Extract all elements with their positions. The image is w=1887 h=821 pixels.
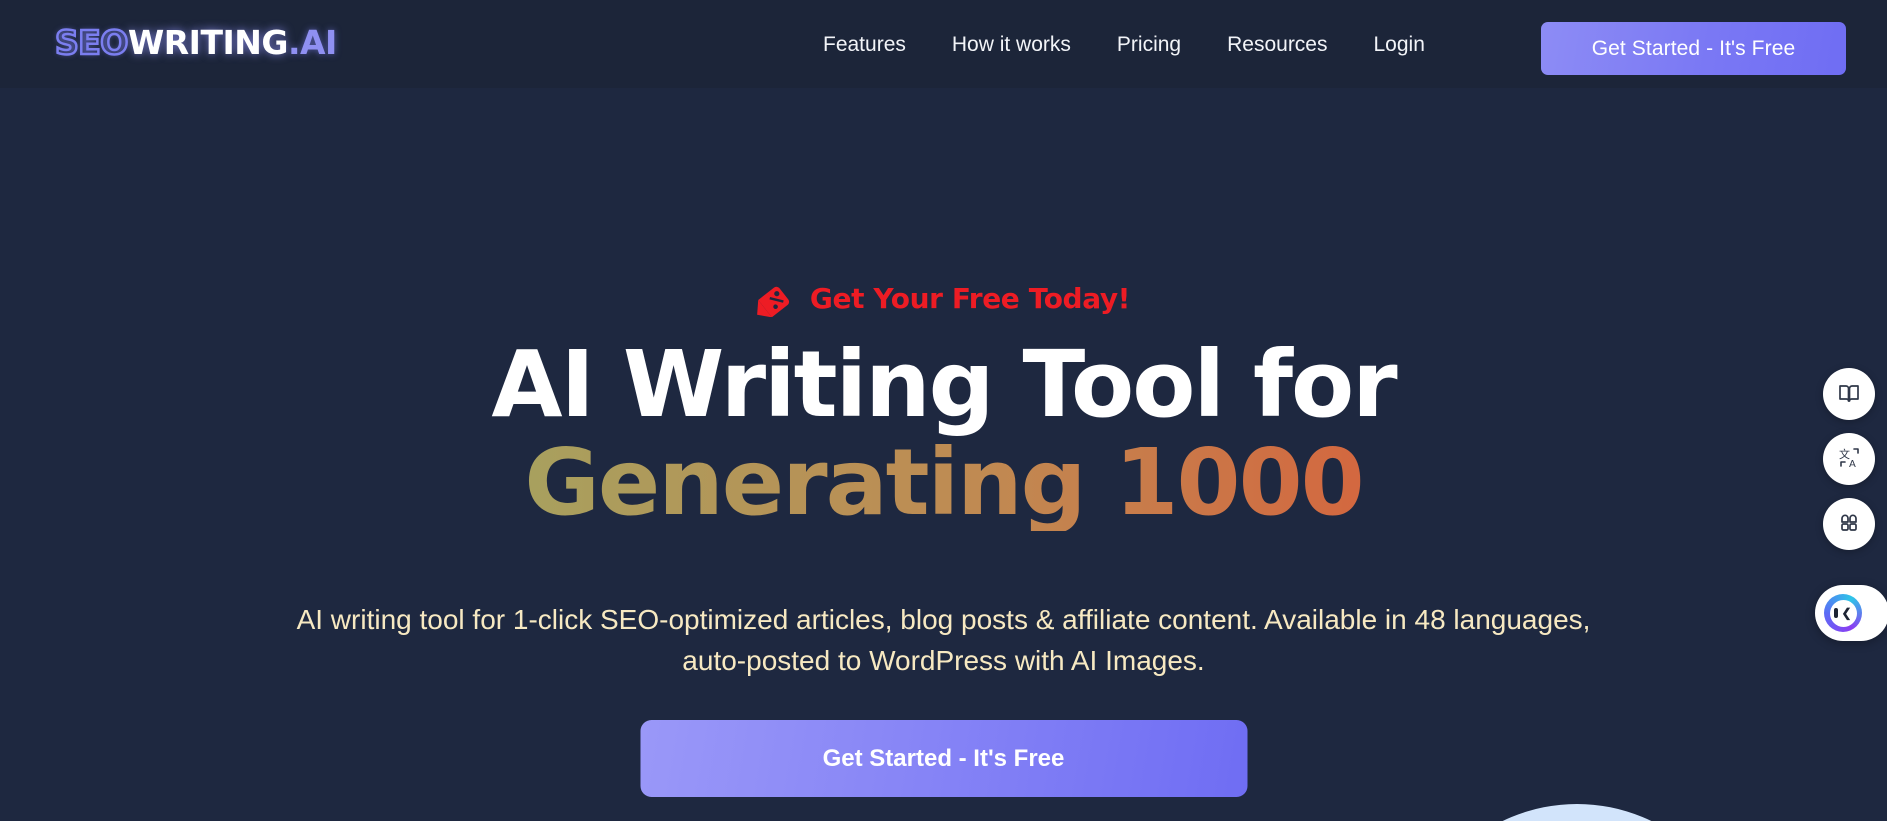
header-get-started-button[interactable]: Get Started - It's Free <box>1541 22 1846 75</box>
price-tag-percent-icon <box>757 279 797 317</box>
translate-icon: 文 A <box>1837 445 1862 473</box>
translate-widget-button[interactable]: 文 A <box>1823 433 1875 485</box>
apps-grid-icon <box>1837 511 1861 538</box>
nav-item-how-it-works[interactable]: How it works <box>929 34 1094 55</box>
site-logo[interactable]: SEOWRITING.AI <box>54 23 338 62</box>
site-header: SEOWRITING.AI Features How it works Pric… <box>0 0 1887 88</box>
nav-item-pricing[interactable]: Pricing <box>1094 34 1204 55</box>
promo-badge: Get Your Free Today! <box>0 279 1887 317</box>
nav-item-resources[interactable]: Resources <box>1204 34 1350 55</box>
book-widget-button[interactable] <box>1823 368 1875 420</box>
landing-page: SEOWRITING.AI Features How it works Pric… <box>0 0 1887 821</box>
svg-text:A: A <box>1849 459 1856 470</box>
main-navigation: Features How it works Pricing Resources … <box>800 0 1448 88</box>
headline-line-2: Generating 1000 <box>0 433 1887 532</box>
book-icon <box>1837 381 1861 408</box>
promo-badge-text: Get Your Free Today! <box>809 281 1131 315</box>
nav-item-login[interactable]: Login <box>1351 34 1448 55</box>
logo-text-seo: SEO <box>54 23 130 62</box>
floating-widget-rail: 文 A ❮ <box>1815 368 1887 641</box>
hero-section: Get Your Free Today! AI Writing Tool for… <box>0 88 1887 821</box>
hero-subtitle: AI writing tool for 1-click SEO-optimize… <box>296 604 1591 676</box>
nav-item-features[interactable]: Features <box>800 34 929 55</box>
hero-get-started-button[interactable]: Get Started - It's Free <box>640 720 1247 797</box>
logo-text-writing: WRITING <box>127 23 289 62</box>
page-title: AI Writing Tool for Generating 1000 <box>0 336 1887 531</box>
logo-text-ai: .AI <box>287 23 337 62</box>
apps-widget-button[interactable] <box>1823 498 1875 550</box>
decorative-circle <box>1406 804 1748 821</box>
headline-line-1: AI Writing Tool for <box>491 331 1397 438</box>
chat-widget-button[interactable]: ❮ <box>1815 585 1887 641</box>
chat-assistant-icon: ❮ <box>1824 594 1862 632</box>
